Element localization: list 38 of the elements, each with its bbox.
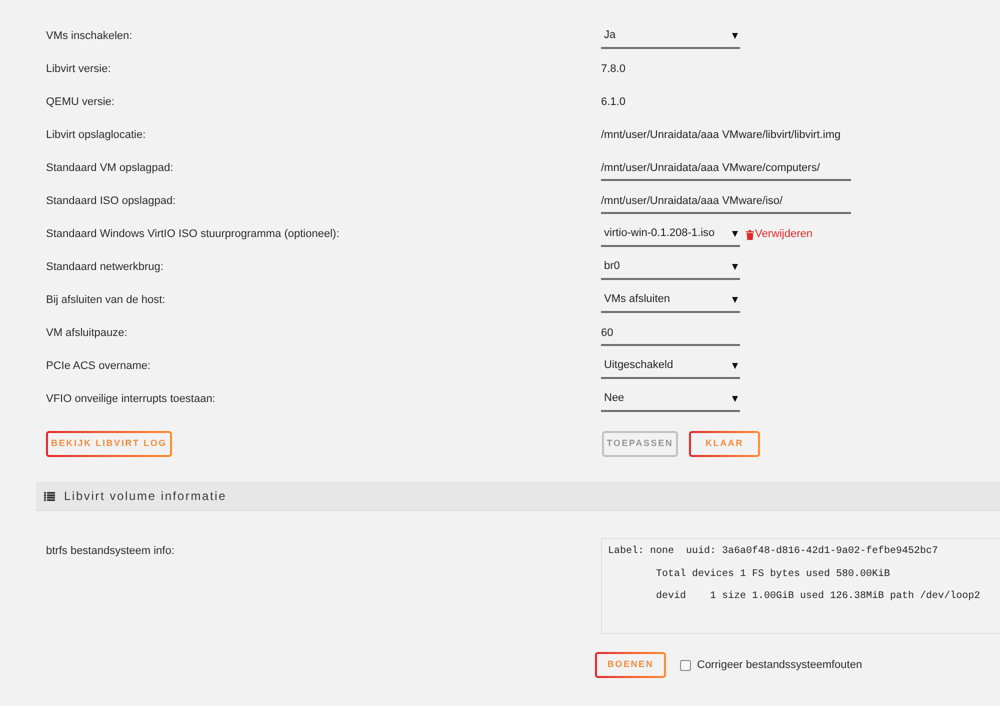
trash-icon (746, 230, 754, 240)
setting-value: /mnt/user/Unraidata/aaa VMware/libvirt/libvirt.img (601, 128, 841, 144)
dropdown[interactable]: br0 (601, 256, 740, 280)
caret-icon (732, 32, 738, 38)
section-title: Libvirt volume informatie (64, 488, 227, 505)
checkbox-label: Corrigeer bestandssysteemfouten (697, 658, 862, 673)
setting-label: Standaard netwerkbrug: (46, 260, 164, 276)
path-input[interactable]: /mnt/user/Unraidata/aaa VMware/iso/ (601, 190, 851, 214)
setting-label: Standaard VM opslagpad: (46, 161, 174, 176)
setting-label: Bij afsluiten van de host: (46, 293, 166, 308)
path-input[interactable]: /mnt/user/Unraidata/aaa VMware/computers/ (601, 156, 851, 180)
caret-icon (732, 264, 738, 270)
dropdown[interactable]: Nee (601, 388, 740, 412)
delete-link[interactable]: Verwijderen (746, 226, 812, 243)
setting-label: VM afsluitpauze: (46, 326, 128, 342)
checkbox[interactable] (680, 660, 691, 670)
list-icon (44, 492, 55, 500)
caret-icon (732, 230, 738, 236)
dropdown[interactable]: virtio-win-0.1.208-1.iso (601, 222, 740, 246)
setting-label: VFIO onveilige interrupts toestaan: (46, 392, 216, 408)
info-label: btrfs bestandsysteem info: (46, 544, 176, 559)
dropdown[interactable]: Ja (601, 24, 740, 48)
dropdown[interactable]: VMs afsluiten (601, 288, 740, 312)
setting-label: PCIe ACS overname: (46, 359, 152, 374)
setting-label: Libvirt opslaglocatie: (46, 128, 147, 144)
setting-label: Libvirt versie: (46, 62, 112, 78)
caret-icon (732, 362, 738, 368)
setting-label: Standaard Windows VirtIO ISO stuurprogramma (optioneel): (46, 227, 340, 242)
caret-icon (732, 396, 738, 402)
setting-value: 7.8.0 (601, 62, 626, 78)
setting-label: Standaard ISO opslagpad: (46, 194, 177, 210)
number-input[interactable]: 60 (601, 322, 740, 346)
setting-label: QEMU versie: (46, 95, 116, 110)
caret-icon (732, 296, 738, 302)
setting-label: VMs inschakelen: (46, 29, 134, 44)
filesystem-info-output: Label: none uuid: 3a6a0f48-d816-42d1-9a02-fefbe9452bc7 Total devices 1 FS bytes used 580.00KiB devid 1 size 1.00GiB used 126.38MiB path /dev/loop2 (601, 538, 1000, 634)
dropdown[interactable]: Uitgeschakeld (601, 354, 740, 378)
setting-value: 6.1.0 (601, 95, 626, 110)
